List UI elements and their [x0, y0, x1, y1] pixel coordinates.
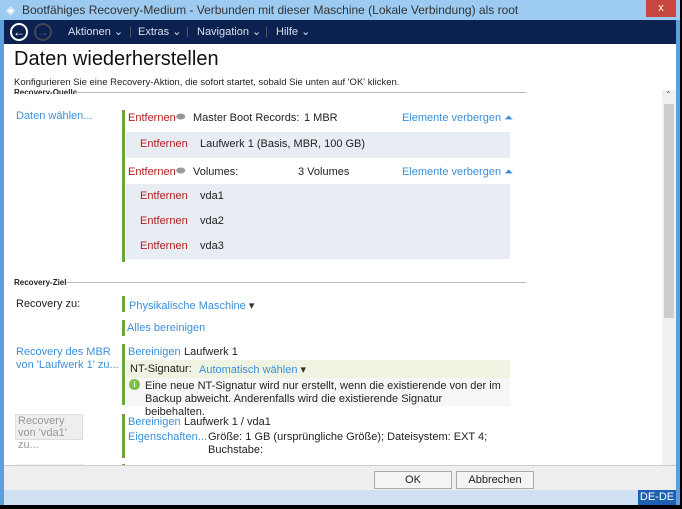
volumes-toggle[interactable]: Elemente verbergen ⏶: [402, 166, 513, 179]
mbr-remove[interactable]: Entfernen: [128, 112, 176, 124]
volume-remove[interactable]: Entfernen: [140, 240, 188, 252]
mbr-item-name: Laufwerk 1 (Basis, MBR, 100 GB): [200, 138, 366, 150]
dropdown-arrow-icon: ▾: [248, 300, 255, 312]
close-button[interactable]: x: [646, 0, 676, 17]
nav-bar: ← → Aktionen ⌄ Extras ⌄ Navigation ⌄ Hil…: [4, 20, 676, 44]
divider: [266, 27, 267, 37]
mbr-label: Master Boot Records:: [193, 112, 300, 124]
properties-link[interactable]: Eigenschaften...: [128, 431, 207, 443]
scrollbar-thumb[interactable]: [664, 104, 674, 318]
divider: [130, 27, 131, 37]
volume-details: Größe: 1 GB (ursprüngliche Größe); Datei…: [208, 431, 488, 456]
mbr-target-link[interactable]: Recovery des MBR von 'Laufwerk 1' zu...: [16, 346, 122, 372]
menu-aktionen[interactable]: Aktionen ⌄: [68, 25, 123, 38]
divider: [74, 92, 526, 93]
volume-clear-link[interactable]: Bereinigen: [128, 416, 181, 428]
menu-hilfe[interactable]: Hilfe ⌄: [276, 25, 310, 38]
page-subtitle: Konfigurieren Sie eine Recovery-Aktion, …: [14, 77, 400, 88]
bar: [122, 296, 125, 312]
divider: [187, 27, 188, 37]
volume-target-button[interactable]: Recovery von 'vda1' zu...: [15, 414, 83, 451]
bar: [122, 414, 125, 458]
recovery-to-dropdown[interactable]: Physikalische Maschine ▾: [129, 299, 254, 312]
cancel-button[interactable]: Abbrechen: [456, 471, 534, 489]
section-source-heading: Recovery-Quelle: [14, 88, 78, 94]
page-title: Daten wiederherstellen: [14, 48, 219, 70]
recovery-to-label: Recovery zu:: [16, 298, 81, 310]
language-indicator[interactable]: DE-DE: [638, 490, 676, 505]
clear-all-link[interactable]: Alles bereinigen: [127, 322, 205, 334]
back-button[interactable]: ←: [10, 23, 28, 41]
footer: OK Abbrechen: [4, 465, 676, 490]
volumes-label: Volumes:: [193, 166, 239, 178]
volume-name: vda1: [200, 190, 224, 202]
mbr-clear-link[interactable]: Bereinigen: [128, 346, 181, 358]
source-bar: [122, 110, 125, 262]
volume-remove[interactable]: Entfernen: [140, 215, 188, 227]
volumes-count: 3 Volumes: [298, 166, 350, 178]
chevron-up-icon: ⏶: [504, 166, 513, 178]
disk-icon: ⬬: [176, 111, 186, 123]
info-icon: i: [129, 379, 140, 390]
mbr-disk: Laufwerk 1: [184, 346, 238, 358]
volume-disk: Laufwerk 1 / vda1: [184, 416, 271, 428]
forward-button[interactable]: →: [34, 23, 52, 41]
app-icon: ◈: [6, 3, 16, 17]
window-title: Bootfähiges Recovery-Medium - Verbunden …: [22, 3, 519, 17]
window: ◈ Bootfähiges Recovery-Medium - Verbunden…: [0, 0, 680, 505]
volume-remove[interactable]: Entfernen: [140, 190, 188, 202]
nt-label: NT-Signatur:: [130, 363, 192, 375]
dropdown-arrow-icon: ▾: [300, 364, 307, 376]
divider: [66, 282, 526, 283]
menu-navigation[interactable]: Navigation ⌄: [197, 25, 261, 38]
mbr-count: 1 MBR: [304, 112, 338, 124]
menu-extras[interactable]: Extras ⌄: [138, 25, 181, 38]
mbr-item-remove[interactable]: Entfernen: [140, 138, 188, 150]
mbr-toggle[interactable]: Elemente verbergen ⏶: [402, 112, 513, 125]
volume-name: vda2: [200, 215, 224, 227]
scroll-up-icon[interactable]: ⌃: [665, 90, 672, 99]
disk-icon: ⬬: [176, 165, 186, 177]
section-target-heading: Recovery-Ziel: [14, 278, 67, 287]
bar: [122, 320, 125, 336]
status-bar: [4, 490, 676, 505]
title-bar: ◈ Bootfähiges Recovery-Medium - Verbunden…: [0, 0, 680, 20]
content: Daten wiederherstellen Konfigurieren Sie…: [4, 44, 676, 465]
volume-name: vda3: [200, 240, 224, 252]
volumes-remove[interactable]: Entfernen: [128, 166, 176, 178]
bar: [122, 344, 125, 405]
scrollbar[interactable]: ⌃ ⌄: [662, 90, 676, 465]
select-data-link[interactable]: Daten wählen...: [16, 110, 92, 122]
nt-info-text: Eine neue NT-Signatur wird nur erstellt,…: [145, 380, 501, 418]
chevron-up-icon: ⏶: [504, 112, 513, 124]
ok-button[interactable]: OK: [374, 471, 452, 489]
nt-dropdown[interactable]: Automatisch wählen ▾: [199, 363, 306, 376]
